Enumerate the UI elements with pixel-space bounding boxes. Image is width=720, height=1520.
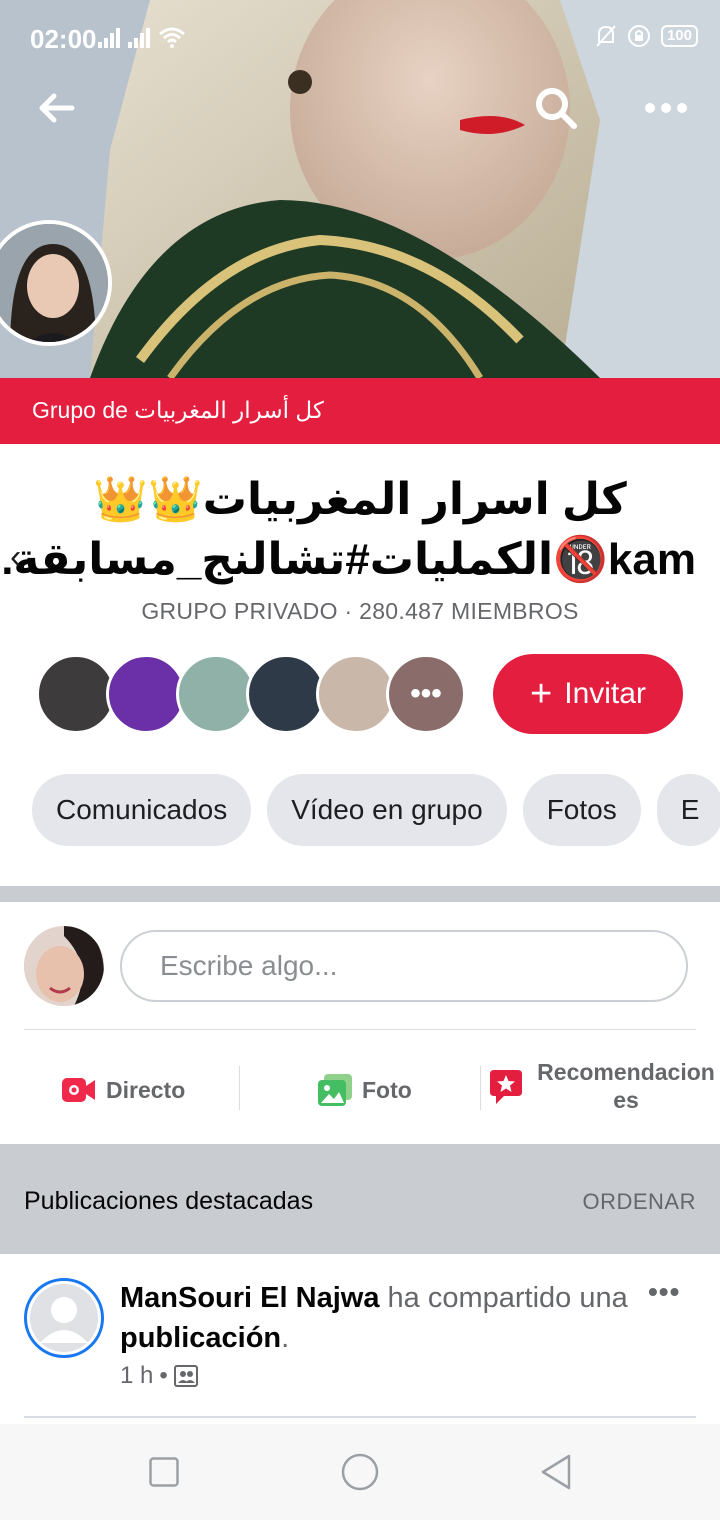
member-avatar[interactable] — [176, 654, 256, 734]
status-bar: 02:00 100 — [0, 0, 720, 76]
plus-icon: + — [530, 673, 553, 715]
tab-more[interactable]: E — [656, 774, 720, 846]
group-banner-text: Grupo de كل أسرار المغربيات — [32, 397, 324, 423]
tab-video-en-grupo[interactable]: Vídeo en grupo — [267, 774, 507, 846]
invite-label: Invitar — [564, 677, 646, 710]
home-button[interactable] — [340, 1452, 380, 1492]
signal-icon-2 — [128, 28, 150, 48]
more-horizontal-icon — [645, 103, 687, 113]
back-nav-button[interactable] — [536, 1452, 576, 1492]
photo-button[interactable]: Foto — [318, 1050, 412, 1130]
signal-icons — [98, 26, 186, 48]
circle-icon — [341, 1453, 379, 1491]
lock-rotation-icon — [627, 25, 650, 47]
section-divider — [0, 886, 720, 902]
status-time: 02:00 — [30, 24, 97, 54]
group-title-line2: kam🔞الكمليات#تشالنج_مسابقة... — [0, 535, 696, 584]
member-avatar[interactable] — [106, 654, 186, 734]
shared-post-card[interactable] — [24, 1416, 696, 1420]
avatar-image — [24, 926, 104, 1006]
star-bubble-icon — [490, 1070, 522, 1104]
tab-comunicados[interactable]: Comunicados — [32, 774, 252, 846]
post-meta: 1 h • — [120, 1362, 198, 1390]
triangle-back-icon — [541, 1454, 571, 1490]
user-avatar[interactable] — [24, 926, 104, 1006]
meta-dot: • — [159, 1362, 168, 1389]
battery-indicator: 100 — [660, 25, 698, 47]
back-button[interactable] — [28, 80, 84, 136]
members-avatars[interactable]: ••• — [36, 654, 466, 736]
action-separator — [239, 1066, 240, 1110]
more-horizontal-icon: ••• — [648, 1276, 681, 1307]
more-horizontal-icon: ••• — [410, 677, 442, 710]
composer-divider — [24, 1029, 696, 1030]
post-options-button[interactable]: ••• — [648, 1276, 680, 1308]
post-author-name[interactable]: ManSouri El Najwa — [120, 1282, 379, 1314]
system-navigation-bar — [0, 1424, 720, 1520]
composer-input[interactable]: Escribe algo... — [120, 930, 688, 1002]
photo-label: Foto — [362, 1076, 412, 1103]
composer-actions: Directo Foto Recomendaciones — [0, 1050, 720, 1130]
featured-posts-header: Publicaciones destacadas ORDENAR — [0, 1144, 720, 1254]
group-title-line1: كل اسرار المغربيات👑👑 — [93, 475, 627, 524]
group-meta: GRUPO PRIVADO · 280.487 MIEMBROS — [141, 598, 579, 624]
post-author-avatar[interactable] — [24, 1278, 104, 1358]
member-avatar[interactable] — [246, 654, 326, 734]
bell-off-icon — [596, 25, 616, 47]
member-avatar[interactable] — [36, 654, 116, 734]
group-title[interactable]: كل اسرار المغربيات👑👑 kam🔞الكمليات#تشالنج… — [0, 470, 696, 590]
default-avatar-icon — [30, 1284, 98, 1352]
post-action: ha compartido — [387, 1282, 572, 1314]
group-banner[interactable]: Grupo de كل أسرار المغربيات — [0, 378, 720, 444]
group-tabs: Comunicados Vídeo en grupo Fotos E — [32, 774, 720, 846]
live-button[interactable]: Directo — [62, 1050, 185, 1130]
more-members-button[interactable]: ••• — [386, 654, 466, 734]
tab-fotos[interactable]: Fotos — [522, 774, 641, 846]
post-article: una — [579, 1282, 628, 1314]
wifi-icon — [159, 27, 185, 48]
post-time[interactable]: 1 h — [120, 1362, 153, 1390]
live-label: Directo — [106, 1076, 186, 1103]
status-right-icons: 100 — [595, 24, 698, 48]
chevron-left-icon: ‹ — [10, 538, 22, 576]
post-header-text: ManSouri El Najwa ha compartido una publ… — [120, 1282, 628, 1354]
photo-icon — [318, 1074, 352, 1106]
more-options-button[interactable] — [638, 80, 694, 136]
recommendations-button[interactable]: Recomendaciones — [490, 1050, 720, 1130]
invite-button[interactable]: + Invitar — [493, 654, 683, 734]
cover-photo[interactable]: 02:00 100 — [0, 0, 720, 378]
member-avatar[interactable] — [316, 654, 396, 734]
search-icon — [536, 88, 577, 129]
recommendations-label: Recomendaciones — [537, 1059, 715, 1113]
shared-post-link[interactable]: publicación — [120, 1322, 281, 1354]
sort-button[interactable]: ORDENAR — [582, 1189, 696, 1215]
search-button[interactable] — [528, 80, 584, 136]
signal-icon — [98, 28, 120, 48]
recents-button[interactable] — [144, 1452, 184, 1492]
featured-title: Publicaciones destacadas — [24, 1187, 314, 1215]
video-camera-icon — [62, 1078, 95, 1102]
action-separator — [480, 1066, 481, 1110]
square-icon — [149, 1457, 179, 1487]
arrow-left-icon — [39, 93, 75, 123]
group-privacy-icon — [173, 1365, 198, 1387]
